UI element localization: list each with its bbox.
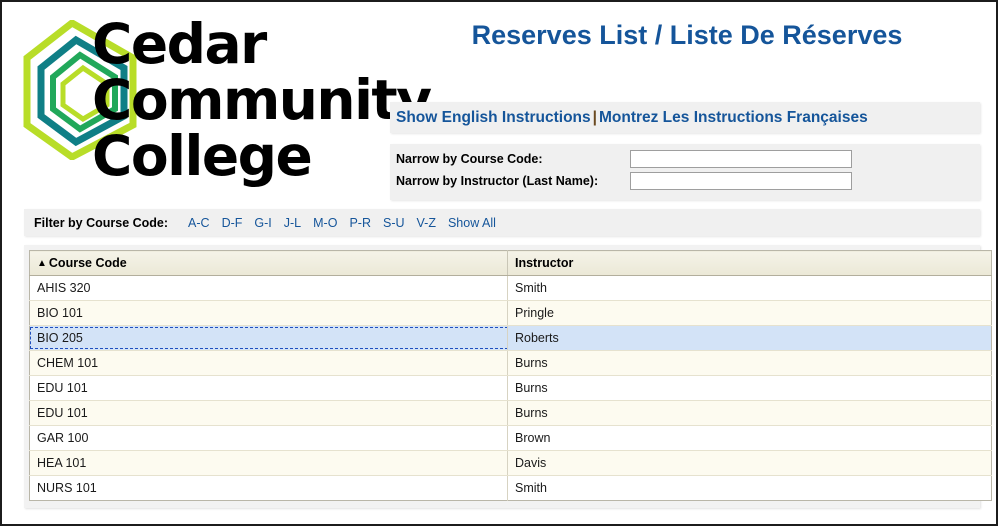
cell-course-code[interactable]: BIO 101 bbox=[29, 300, 508, 326]
table-row[interactable]: BIO 101 Pringle bbox=[29, 300, 992, 326]
cell-course-code[interactable]: EDU 101 bbox=[29, 375, 508, 401]
reserves-table: ▲ Course Code Instructor AHIS 320 Smith BIO… bbox=[29, 250, 992, 501]
cell-instructor[interactable]: Burns bbox=[507, 375, 992, 401]
filter-link-j-l[interactable]: J-L bbox=[284, 216, 301, 230]
college-logo: Cedar Community College bbox=[20, 12, 432, 192]
cell-course-code[interactable]: GAR 100 bbox=[29, 425, 508, 451]
cell-course-code[interactable]: AHIS 320 bbox=[29, 275, 508, 301]
page-title: Reserves List / Liste De Réserves bbox=[471, 20, 903, 50]
cell-instructor[interactable]: Pringle bbox=[507, 300, 992, 326]
reserves-table-body: AHIS 320 Smith BIO 101 Pringle BIO 205 Robert… bbox=[29, 275, 992, 501]
filter-link-g-i[interactable]: G-I bbox=[254, 216, 271, 230]
narrow-by-instructor-label: Narrow by Instructor (Last Name): bbox=[396, 174, 599, 188]
table-row[interactable]: NURS 101 Smith bbox=[29, 475, 992, 501]
masthead: Cedar Community College Reserves List / … bbox=[2, 2, 996, 200]
filter-by-course-code-label: Filter by Course Code: bbox=[34, 216, 169, 230]
table-row[interactable]: HEA 101 Davis bbox=[29, 450, 992, 476]
table-row[interactable]: EDU 101 Burns bbox=[29, 375, 992, 401]
filter-link-d-f[interactable]: D-F bbox=[222, 216, 243, 230]
page-root: Cedar Community College Reserves List / … bbox=[0, 0, 998, 526]
sort-ascending-icon: ▲ bbox=[37, 258, 47, 269]
table-row[interactable]: CHEM 101 Burns bbox=[29, 350, 992, 376]
table-row[interactable]: EDU 101 Burns bbox=[29, 400, 992, 426]
narrow-by-panel: Narrow by Course Code: Narrow by Instruc… bbox=[390, 144, 980, 200]
column-header-course-code-label: Course Code bbox=[48, 256, 127, 270]
table-header-row: ▲ Course Code Instructor bbox=[29, 250, 992, 276]
cell-course-code[interactable]: CHEM 101 bbox=[29, 350, 508, 376]
instructions-separator: | bbox=[592, 109, 597, 126]
column-header-instructor[interactable]: Instructor bbox=[507, 250, 992, 276]
cell-focus-outline: BIO 205 bbox=[30, 327, 507, 349]
cell-instructor[interactable]: Burns bbox=[507, 400, 992, 426]
narrow-by-course-code-input[interactable] bbox=[630, 150, 852, 168]
filter-link-m-o[interactable]: M-O bbox=[313, 216, 337, 230]
column-header-instructor-label: Instructor bbox=[515, 256, 574, 270]
narrow-by-instructor-row: Narrow by Instructor (Last Name): bbox=[396, 172, 980, 194]
reserves-table-head: ▲ Course Code Instructor bbox=[29, 250, 992, 276]
cell-instructor[interactable]: Davis bbox=[507, 450, 992, 476]
wordmark-line-2: Community bbox=[92, 68, 432, 132]
show-french-instructions-link[interactable]: Montrez Les Instructions Françaises bbox=[599, 109, 868, 126]
filter-bar: Filter by Course Code: A-C D-F G-I J-L M-O P-R… bbox=[24, 209, 980, 236]
cell-course-code[interactable]: HEA 101 bbox=[29, 450, 508, 476]
cell-course-code[interactable]: EDU 101 bbox=[29, 400, 508, 426]
wordmark-line-3: College bbox=[92, 124, 313, 188]
narrow-by-course-code-row: Narrow by Course Code: bbox=[396, 150, 980, 172]
table-row[interactable]: GAR 100 Brown bbox=[29, 425, 992, 451]
cell-instructor[interactable]: Smith bbox=[507, 275, 992, 301]
instructions-bar: Show English Instructions | Montrez Les In… bbox=[390, 102, 980, 133]
table-row[interactable]: BIO 205 Roberts bbox=[29, 325, 992, 351]
filter-link-v-z[interactable]: V-Z bbox=[417, 216, 436, 230]
narrow-by-course-code-label: Narrow by Course Code: bbox=[396, 152, 543, 166]
cell-instructor[interactable]: Burns bbox=[507, 350, 992, 376]
filter-link-show-all[interactable]: Show All bbox=[448, 216, 496, 230]
table-row[interactable]: AHIS 320 Smith bbox=[29, 275, 992, 301]
cell-instructor[interactable]: Roberts bbox=[507, 325, 992, 351]
filter-link-p-r[interactable]: P-R bbox=[349, 216, 371, 230]
cell-instructor[interactable]: Smith bbox=[507, 475, 992, 501]
filter-link-a-c[interactable]: A-C bbox=[188, 216, 210, 230]
cell-instructor[interactable]: Brown bbox=[507, 425, 992, 451]
reserves-table-container: ▲ Course Code Instructor AHIS 320 Smith BIO… bbox=[24, 245, 992, 508]
show-english-instructions-link[interactable]: Show English Instructions bbox=[396, 109, 591, 126]
wordmark-line-1: Cedar bbox=[92, 12, 267, 76]
cell-course-code[interactable]: BIO 205 bbox=[29, 325, 508, 351]
narrow-by-instructor-input[interactable] bbox=[630, 172, 852, 190]
cell-course-code[interactable]: NURS 101 bbox=[29, 475, 508, 501]
college-wordmark: Cedar Community College bbox=[92, 12, 432, 188]
filter-link-s-u[interactable]: S-U bbox=[383, 216, 405, 230]
column-header-course-code[interactable]: ▲ Course Code bbox=[29, 250, 508, 276]
filter-links: A-C D-F G-I J-L M-O P-R S-U V-Z Show All bbox=[188, 214, 508, 231]
